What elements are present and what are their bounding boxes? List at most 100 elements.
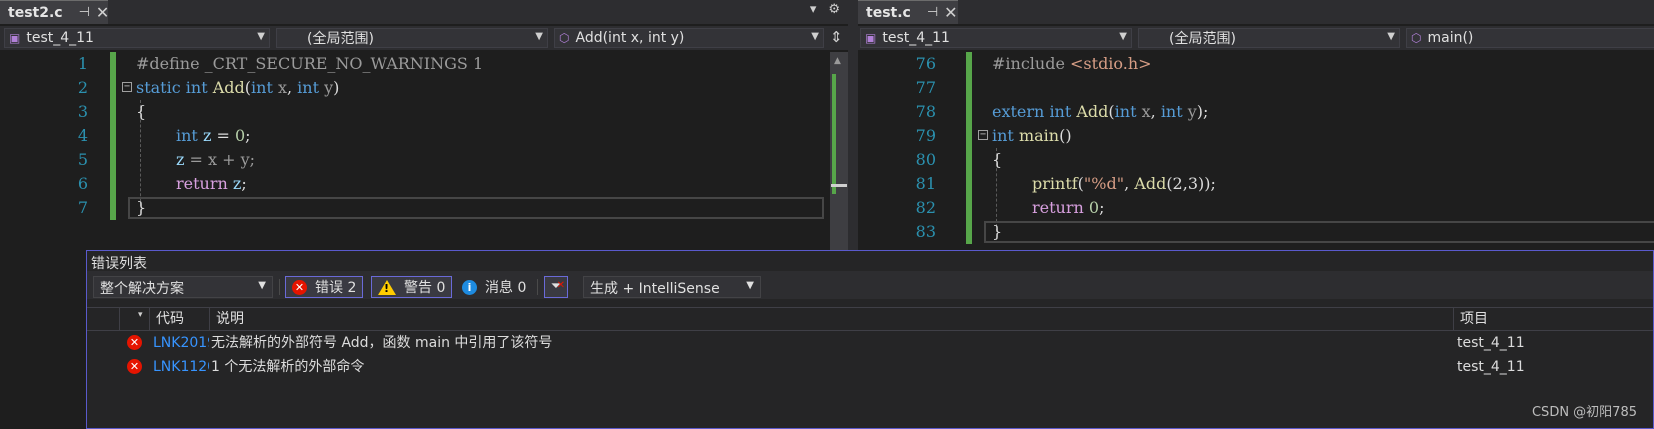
- project-icon: ▣: [9, 31, 21, 45]
- scroll-change-marker: [832, 74, 836, 194]
- scroll-position-marker: [831, 184, 847, 187]
- code-line: }: [992, 222, 1003, 241]
- tab-title: test2.c: [8, 4, 63, 21]
- error-code-link[interactable]: LNK1120: [153, 355, 209, 379]
- line-number: 5: [77, 150, 88, 169]
- close-icon[interactable]: ✕: [944, 3, 957, 22]
- build-source-value: 生成 + IntelliSense: [590, 281, 720, 297]
- warnings-count-label: 警告 0: [404, 280, 446, 296]
- code-line: return 0;: [1032, 198, 1105, 217]
- current-line-highlight: [128, 197, 824, 219]
- line-number: 2: [77, 78, 88, 97]
- line-number: 4: [77, 126, 88, 145]
- pin-icon[interactable]: ⊣: [79, 5, 90, 20]
- sort-icon: ▾: [138, 310, 143, 320]
- code-line: static int Add(int x, int y): [136, 78, 340, 97]
- line-number: 7: [77, 198, 88, 217]
- line-number: 83: [915, 222, 936, 241]
- collapse-toggle[interactable]: −: [978, 130, 988, 140]
- error-list-toolbar: 整个解决方案 ▼ ✕ 错误 2 ! 警告 0 i 消息 0 ⏷ ✕ 生成 + In…: [87, 271, 1653, 299]
- filter-funnel-icon[interactable]: ⏷ ✕: [544, 276, 568, 298]
- method-icon: ⬡: [559, 31, 570, 45]
- error-list-title: 错误列表: [91, 256, 147, 272]
- scope-selector[interactable]: (全局范围) ▼: [1138, 28, 1400, 48]
- tab-list-dropdown-icon[interactable]: ▾: [810, 2, 817, 17]
- scroll-up-icon[interactable]: ▲: [834, 56, 841, 66]
- chevron-down-icon: ▼: [1387, 31, 1395, 42]
- code-line: #define _CRT_SECURE_NO_WARNINGS 1: [136, 54, 484, 73]
- code-line: int main(): [992, 126, 1072, 145]
- build-source-combo[interactable]: 生成 + IntelliSense ▼: [583, 276, 761, 298]
- member-selector[interactable]: ⬡ Add(int x, int y) ▼: [554, 28, 824, 48]
- error-code-link[interactable]: LNK2019: [153, 331, 209, 355]
- tab-test2-c[interactable]: test2.c ⊣ ✕: [0, 0, 109, 24]
- column-header-code[interactable]: 代码: [149, 308, 209, 330]
- error-project: test_4_11: [1457, 359, 1525, 375]
- messages-filter-button[interactable]: i 消息 0: [455, 276, 533, 298]
- member-name: Add(int x, int y): [575, 30, 685, 46]
- chevron-down-icon: ▼: [535, 31, 543, 42]
- code-line: z = x + y;: [176, 150, 256, 169]
- error-icon: ✕: [127, 359, 142, 374]
- column-header-project[interactable]: 项目: [1453, 308, 1653, 330]
- member-name: main(): [1427, 30, 1474, 46]
- line-number: 82: [915, 198, 936, 217]
- error-row[interactable]: ✕ LNK1120 1 个无法解析的外部命令 test_4_11: [87, 355, 1653, 379]
- split-window-icon[interactable]: ⇕: [830, 28, 843, 46]
- watermark: CSDN @初阳785: [1531, 405, 1637, 420]
- left-navigation-bar: ▣ test_4_11 ▼ (全局范围) ▼ ⬡ Add(int x, int …: [0, 26, 848, 50]
- errors-count-label: 错误 2: [315, 280, 357, 296]
- code-line: printf("%d", Add(2,3));: [1032, 174, 1216, 193]
- close-icon[interactable]: ✕: [96, 3, 109, 22]
- chevron-down-icon: ▼: [746, 280, 754, 291]
- messages-count-label: 消息 0: [485, 280, 527, 296]
- code-line: return z;: [176, 174, 247, 193]
- code-line: extern int Add(int x, int y);: [992, 102, 1209, 121]
- error-description: 无法解析的外部符号 Add，函数 main 中引用了该符号: [211, 335, 553, 351]
- scope-filter-combo[interactable]: 整个解决方案 ▼: [93, 276, 273, 298]
- toolbar-separator: [279, 279, 280, 295]
- change-tracking-bar: [966, 52, 972, 244]
- line-number: 1: [77, 54, 88, 73]
- left-tab-bar: test2.c ⊣ ✕ ▾ ⚙: [0, 0, 848, 24]
- line-number: 77: [915, 78, 936, 97]
- scope-label: (全局范围): [1169, 31, 1236, 47]
- line-number: 6: [77, 174, 88, 193]
- code-line: #include <stdio.h>: [992, 54, 1152, 73]
- method-icon: ⬡: [1411, 31, 1422, 45]
- warnings-filter-button[interactable]: ! 警告 0: [371, 276, 453, 298]
- pin-icon[interactable]: ⊣: [927, 5, 938, 20]
- gear-icon[interactable]: ⚙: [828, 2, 840, 17]
- code-line: }: [136, 198, 147, 217]
- errors-filter-button[interactable]: ✕ 错误 2: [285, 276, 364, 298]
- line-number: 80: [915, 150, 936, 169]
- chevron-down-icon: ▼: [1119, 31, 1127, 42]
- sort-column[interactable]: ▾: [119, 308, 149, 330]
- code-line: int z = 0;: [176, 126, 251, 145]
- tab-title: test.c: [866, 4, 911, 21]
- chevron-down-icon: ▼: [257, 31, 265, 42]
- project-selector[interactable]: ▣ test_4_11 ▼: [860, 28, 1132, 48]
- code-line: {: [992, 150, 1003, 169]
- line-number: 3: [77, 102, 88, 121]
- error-list-panel: 错误列表 整个解决方案 ▼ ✕ 错误 2 ! 警告 0 i 消息 0 ⏷ ✕ 生成…: [86, 250, 1654, 429]
- current-line-highlight: [984, 221, 1654, 243]
- collapse-toggle[interactable]: −: [122, 82, 132, 92]
- column-header-description[interactable]: 说明: [209, 308, 1453, 330]
- line-number: 76: [915, 54, 936, 73]
- error-row[interactable]: ✕ LNK2019 无法解析的外部符号 Add，函数 main 中引用了该符号 …: [87, 331, 1653, 355]
- warning-icon: !: [378, 279, 396, 295]
- line-number: 78: [915, 102, 936, 121]
- error-icon: ✕: [292, 279, 307, 295]
- project-selector[interactable]: ▣ test_4_11 ▼: [4, 28, 270, 48]
- error-icon: ✕: [127, 335, 142, 350]
- tab-test-c[interactable]: test.c ⊣ ✕: [858, 0, 958, 24]
- scope-selector[interactable]: (全局范围) ▼: [276, 28, 548, 48]
- code-line: {: [136, 102, 147, 121]
- member-selector[interactable]: ⬡ main(): [1406, 28, 1654, 48]
- line-number: 79: [915, 126, 936, 145]
- chevron-down-icon: ▼: [811, 31, 819, 42]
- error-list-header: ▾ 代码 说明 项目: [87, 307, 1653, 331]
- right-tab-bar: test.c ⊣ ✕: [858, 0, 1654, 24]
- project-icon: ▣: [865, 31, 877, 45]
